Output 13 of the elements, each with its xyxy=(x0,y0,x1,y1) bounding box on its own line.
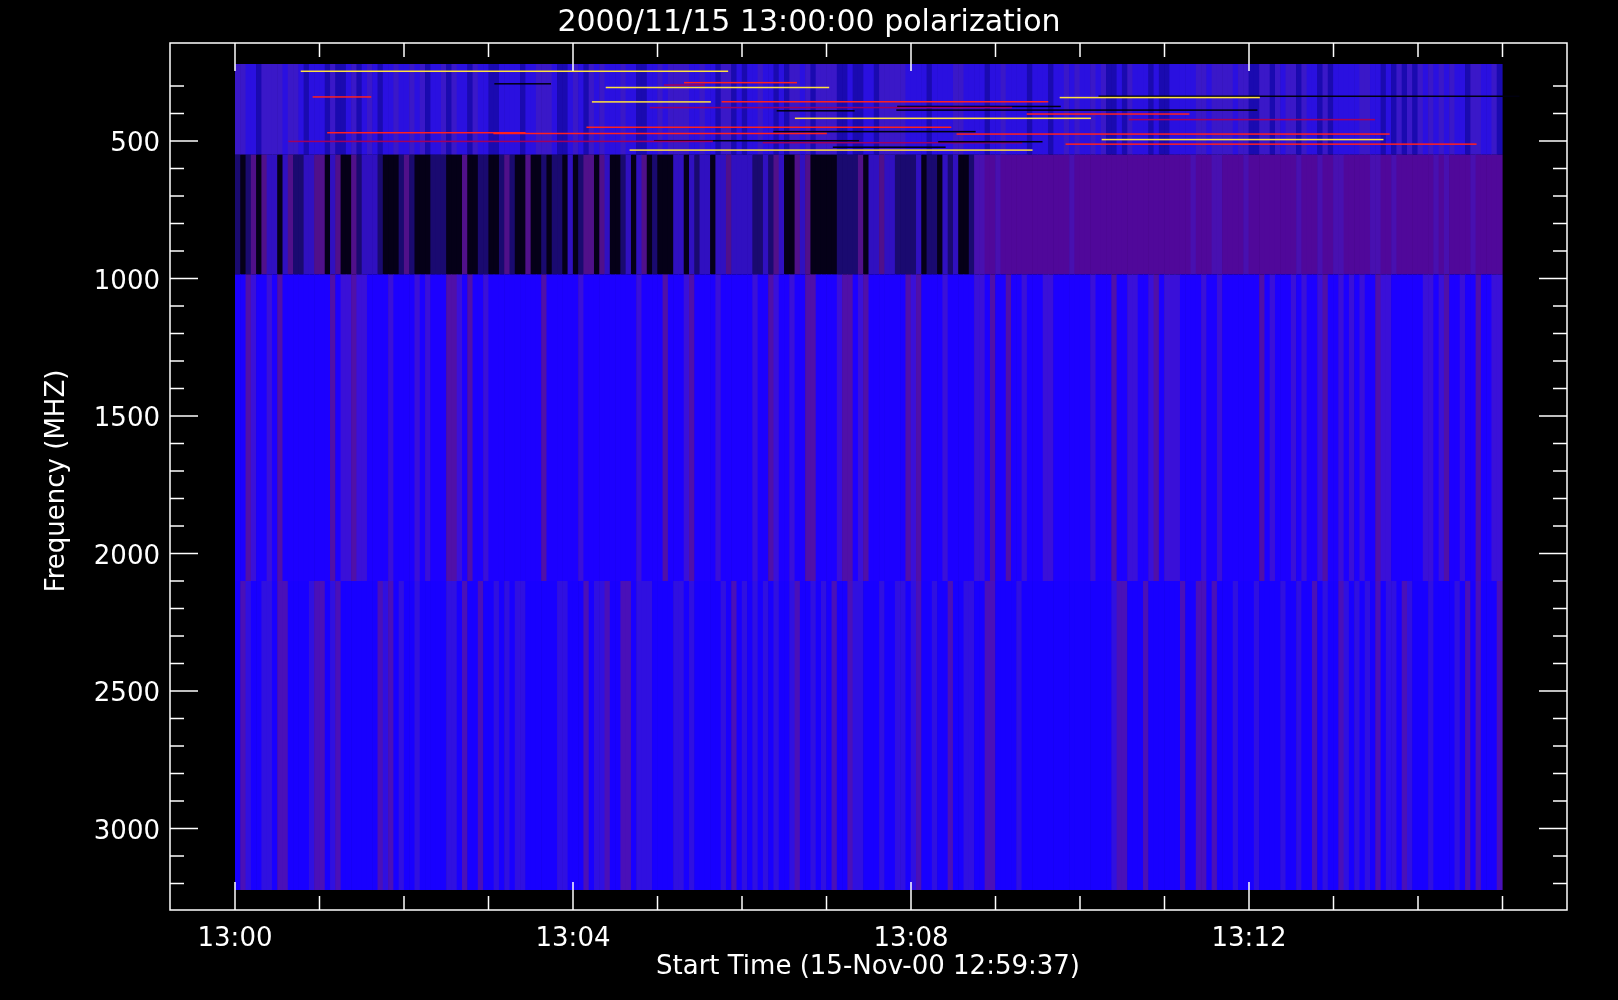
y-axis-label: Frequency (MHZ) xyxy=(40,369,70,593)
y-tick-label: 1000 xyxy=(93,264,160,295)
plot-title: 2000/11/15 13:00:00 polarization xyxy=(557,3,1061,38)
y-tick-label: 2500 xyxy=(93,677,160,707)
x-tick-label: 13:00 xyxy=(197,922,273,952)
y-tick-label: 500 xyxy=(110,127,160,157)
y-tick-label: 3000 xyxy=(93,814,160,845)
x-axis-label: Start Time (15-Nov-00 12:59:37) xyxy=(656,950,1080,980)
x-tick-label: 13:08 xyxy=(873,922,949,952)
x-tick-label: 13:12 xyxy=(1211,922,1287,952)
y-tick-label: 2000 xyxy=(93,539,160,570)
y-tick-label: 1500 xyxy=(93,402,160,432)
x-tick-label: 13:04 xyxy=(535,922,611,952)
